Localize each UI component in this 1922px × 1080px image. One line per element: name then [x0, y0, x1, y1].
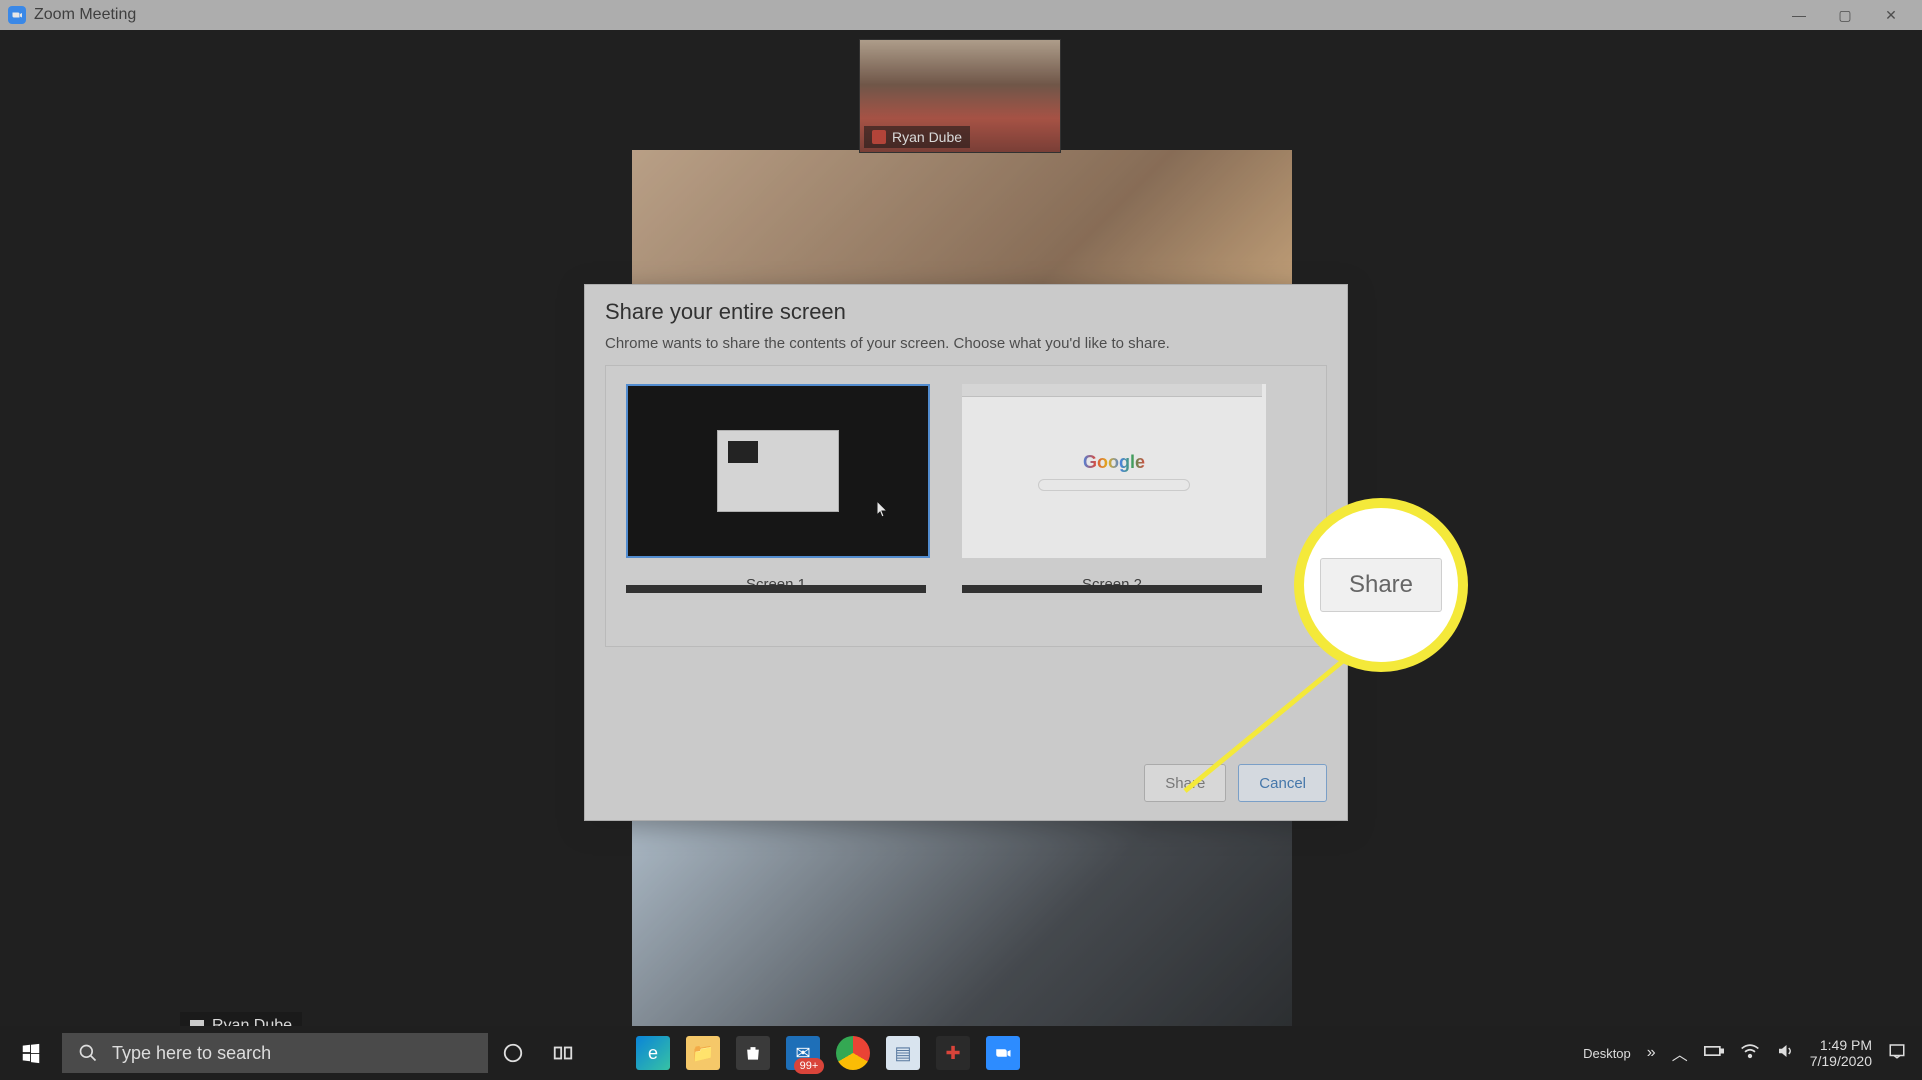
- screen-1-thumbnail: [626, 384, 930, 558]
- screen-root: Zoom Meeting — ▢ ✕ Ryan Dube Ryan Dube S…: [0, 0, 1922, 1080]
- window-close-button[interactable]: ✕: [1868, 0, 1914, 30]
- taskbar-app-edge[interactable]: e: [628, 1026, 678, 1080]
- screen-option-1[interactable]: Screen 1: [626, 384, 926, 593]
- zoom-window: Zoom Meeting — ▢ ✕ Ryan Dube Ryan Dube S…: [0, 0, 1922, 1080]
- taskbar-app-mail[interactable]: ✉99+: [778, 1026, 828, 1080]
- taskbar-app-store[interactable]: [728, 1026, 778, 1080]
- system-tray: Desktop » ︿ 1:49 PM 7/19/2020: [1583, 1037, 1922, 1069]
- zoom-app-icon: [8, 6, 26, 24]
- participant-video-lower: [632, 820, 1292, 1040]
- taskbar-app-generic[interactable]: ✚: [928, 1026, 978, 1080]
- cancel-button[interactable]: Cancel: [1238, 764, 1327, 802]
- screen-option-2[interactable]: Google Screen 2: [962, 384, 1262, 593]
- mute-icon: [872, 130, 886, 144]
- windows-logo-icon: [20, 1042, 42, 1064]
- share-callout: Share: [1294, 498, 1468, 672]
- windows-taskbar: Type here to search e 📁 ✉99+ ▤ ✚ Desktop…: [0, 1026, 1922, 1080]
- tray-chevron-up-icon[interactable]: ︿: [1672, 1041, 1688, 1065]
- tray-date: 7/19/2020: [1810, 1053, 1872, 1069]
- tray-desktop-label[interactable]: Desktop: [1583, 1046, 1631, 1061]
- self-view-name-pill: Ryan Dube: [864, 126, 970, 148]
- share-screen-dialog: Share your entire screen Chrome wants to…: [584, 284, 1348, 821]
- window-title-bar: Zoom Meeting — ▢ ✕: [0, 0, 1922, 30]
- task-view-button[interactable]: [538, 1026, 588, 1080]
- self-view-name: Ryan Dube: [892, 129, 962, 145]
- taskbar-app-explorer[interactable]: 📁: [678, 1026, 728, 1080]
- tray-wifi-icon[interactable]: [1740, 1043, 1760, 1064]
- window-minimize-button[interactable]: —: [1776, 0, 1822, 30]
- dialog-button-row: Share Cancel: [1144, 764, 1327, 802]
- tray-notifications-icon[interactable]: [1888, 1042, 1906, 1065]
- search-icon: [78, 1043, 98, 1063]
- screen-thumbnails-area: Screen 1 Google Screen 2: [605, 365, 1327, 647]
- window-maximize-button[interactable]: ▢: [1822, 0, 1868, 30]
- cursor-icon: [876, 500, 888, 518]
- tray-volume-icon[interactable]: [1776, 1042, 1794, 1065]
- mail-badge: 99+: [794, 1058, 824, 1074]
- dialog-title: Share your entire screen: [605, 299, 846, 325]
- dialog-subtitle: Chrome wants to share the contents of yo…: [605, 335, 1170, 352]
- tray-battery-icon[interactable]: [1704, 1044, 1724, 1063]
- tray-overflow-icon[interactable]: »: [1647, 1044, 1656, 1062]
- taskbar-app-chrome[interactable]: [828, 1026, 878, 1080]
- tray-clock[interactable]: 1:49 PM 7/19/2020: [1810, 1037, 1872, 1069]
- taskbar-app-zoom[interactable]: [978, 1026, 1028, 1080]
- taskbar-app-notepad[interactable]: ▤: [878, 1026, 928, 1080]
- screen-2-thumbnail: Google: [962, 384, 1266, 558]
- share-button[interactable]: Share: [1144, 764, 1226, 802]
- window-title: Zoom Meeting: [34, 6, 136, 24]
- taskbar-search-placeholder: Type here to search: [112, 1043, 271, 1064]
- taskbar-search[interactable]: Type here to search: [62, 1033, 488, 1073]
- share-callout-label: Share: [1320, 558, 1442, 612]
- self-view-video[interactable]: Ryan Dube: [859, 39, 1061, 153]
- start-button[interactable]: [0, 1026, 62, 1080]
- tray-time: 1:49 PM: [1810, 1037, 1872, 1053]
- cortana-button[interactable]: [488, 1026, 538, 1080]
